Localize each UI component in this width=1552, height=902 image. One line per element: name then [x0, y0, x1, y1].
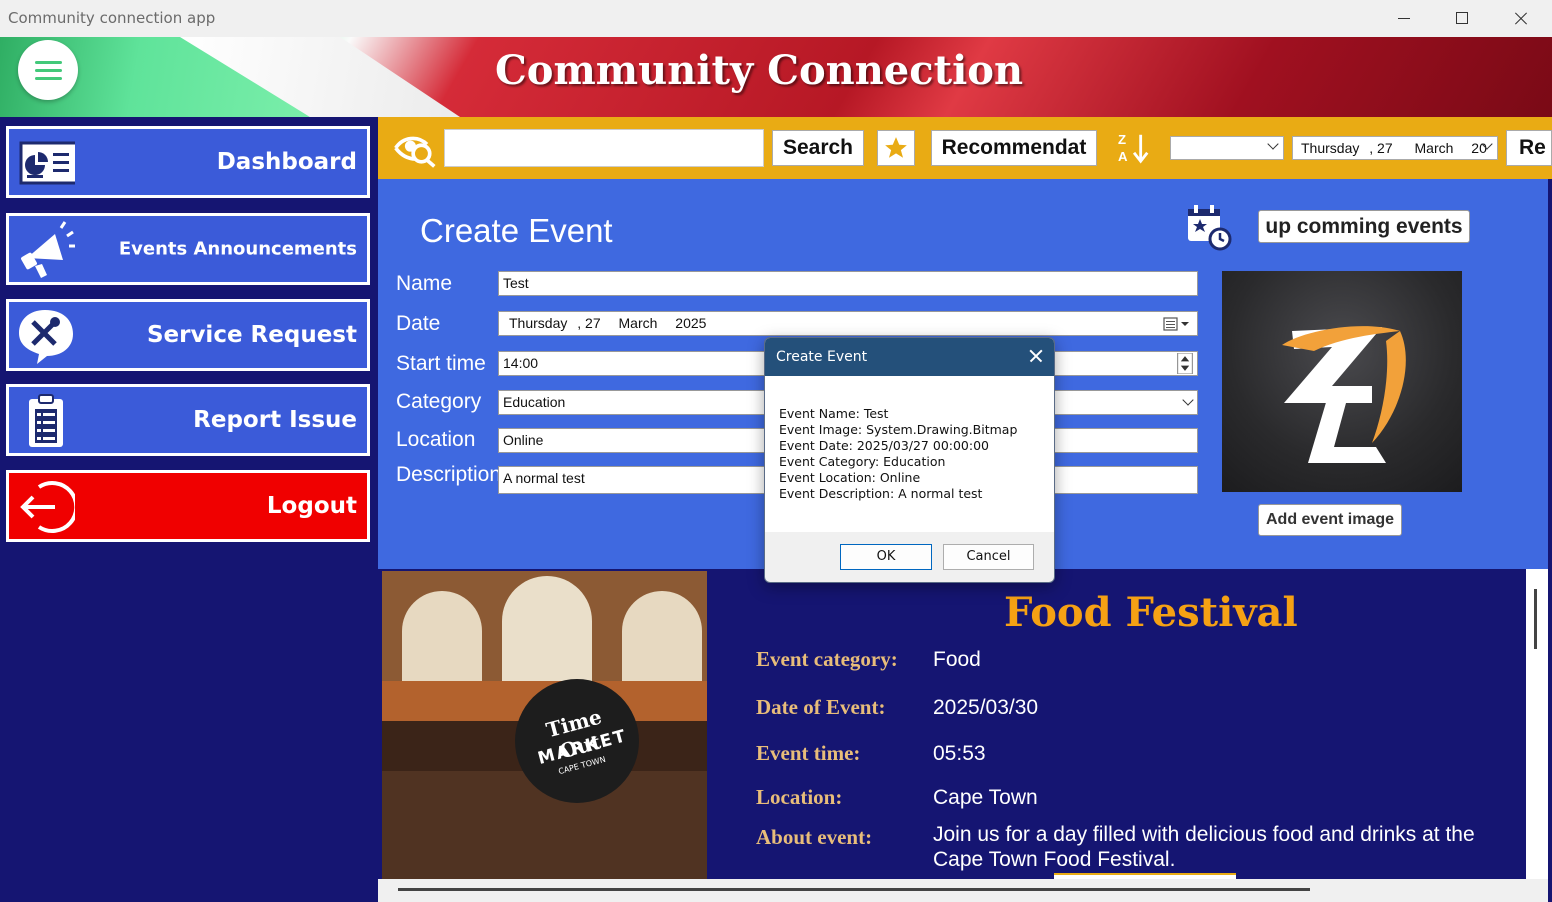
dialog-line: Event Image: System.Drawing.Bitmap	[779, 422, 1018, 437]
search-button[interactable]: Search	[772, 130, 864, 166]
date-day: Thursday	[509, 315, 568, 331]
recommendations-button[interactable]: Recommendat	[931, 130, 1097, 166]
date-num: , 27	[577, 315, 601, 331]
event-date-picker[interactable]: Thursday , 27 March 2025	[498, 311, 1198, 336]
chevron-down-icon	[1267, 138, 1279, 150]
sort-za-icon[interactable]: Z A	[1116, 131, 1154, 165]
description-label: Description	[396, 463, 502, 486]
date-year: 2025	[675, 315, 707, 331]
create-event-dialog: Create Event Event Name: Test Event Imag…	[764, 337, 1055, 583]
app-title: Community Connection	[494, 47, 1024, 94]
toolbar-date-picker[interactable]: Thursday , 27 March 20	[1292, 136, 1498, 160]
dialog-line: Event Name: Test	[779, 406, 889, 421]
dialog-line: Event Location: Online	[779, 470, 921, 485]
date-label: Date	[396, 312, 441, 335]
event-category-value: Food	[933, 648, 981, 671]
event-about-value: Join us for a day filled with delicious …	[933, 823, 1475, 871]
calendar-dropdown-icon[interactable]	[1163, 316, 1191, 332]
featured-event-title: Food Festival	[1004, 589, 1298, 636]
date-day: Thursday	[1301, 140, 1360, 156]
sidebar-item-dashboard[interactable]: Dashboard	[6, 126, 370, 198]
dialog-header: Create Event	[765, 338, 1054, 376]
dialog-line: Event Category: Education	[779, 454, 946, 469]
sidebar-item-label: Logout	[266, 493, 357, 519]
event-name-field[interactable]: Test	[498, 271, 1198, 296]
date-num: , 27	[1369, 140, 1393, 156]
event-image-preview	[1222, 271, 1462, 492]
dialog-title: Create Event	[776, 349, 868, 365]
scrollbar-thumb[interactable]	[1534, 589, 1537, 649]
refresh-button[interactable]: Re	[1506, 130, 1552, 166]
dialog-body: Event Name: Test Event Image: System.Dra…	[765, 376, 1054, 532]
event-about-label: About event:	[756, 825, 873, 849]
sidebar-item-label: Service Request	[146, 322, 357, 348]
zl-logo-icon	[1282, 326, 1406, 463]
sidebar-item-label: Events Announcements	[118, 238, 357, 260]
event-location-label: Location:	[756, 785, 843, 809]
start-time-label: Start time	[396, 352, 486, 375]
megaphone-icon	[21, 221, 75, 278]
sidebar-item-events-announcements[interactable]: Events Announcements	[6, 213, 370, 285]
calendar-clock-icon[interactable]	[1184, 203, 1232, 251]
logout-button[interactable]: Logout	[6, 470, 370, 542]
date-month: March	[618, 315, 658, 331]
sidebar-item-label: Report Issue	[193, 407, 357, 433]
search-input[interactable]	[444, 129, 764, 167]
event-time-value: 05:53	[933, 742, 986, 765]
name-label: Name	[396, 272, 453, 295]
horizontal-scrollbar[interactable]	[378, 879, 1548, 902]
sidebar-item-service-request[interactable]: Service Request	[6, 299, 370, 371]
event-date-value: 2025/03/30	[933, 696, 1039, 719]
sidebar-item-label: Dashboard	[216, 149, 357, 175]
event-date-label: Date of Event:	[756, 695, 886, 719]
date-month: March	[1414, 140, 1454, 156]
event-photo: Time Out MARKET CAPE TOWN	[382, 571, 707, 881]
add-event-image-button[interactable]: Add event image	[1258, 504, 1402, 536]
dialog-line: Event Description: A normal test	[779, 486, 983, 501]
window-titlebar: Community connection app	[0, 0, 1552, 37]
minimize-button[interactable]	[1374, 0, 1432, 37]
dashboard-icon	[19, 141, 75, 185]
sidebar: Dashboard Events Announcements Service R…	[0, 117, 376, 902]
logout-icon	[20, 481, 75, 533]
category-label: Category	[396, 390, 482, 413]
close-window-button[interactable]	[1490, 0, 1548, 37]
vertical-scrollbar[interactable]	[1526, 569, 1548, 879]
dialog-line: Event Date: 2025/03/27 00:00:00	[779, 438, 990, 453]
favorites-button[interactable]	[877, 130, 915, 166]
star-icon	[885, 137, 907, 158]
event-location-value: Cape Town	[933, 786, 1038, 809]
filter-dropdown[interactable]	[1170, 136, 1284, 160]
sidebar-item-report-issue[interactable]: Report Issue	[6, 384, 370, 456]
upcoming-events-button[interactable]: up comming events	[1258, 210, 1470, 243]
location-label: Location	[396, 428, 476, 451]
scrollbar-thumb[interactable]	[398, 888, 1310, 891]
event-time-label: Event time:	[756, 741, 861, 765]
svg-text:Z: Z	[1118, 132, 1126, 147]
maximize-button[interactable]	[1432, 0, 1490, 37]
service-tools-icon	[19, 310, 73, 364]
search-eye-icon[interactable]	[392, 127, 438, 169]
window-title: Community connection app	[8, 9, 216, 27]
ok-button[interactable]: OK	[840, 544, 932, 570]
close-icon[interactable]	[1028, 348, 1044, 364]
time-spinner-icon[interactable]	[1177, 353, 1193, 374]
clipboard-icon	[29, 394, 63, 447]
svg-text:A: A	[1118, 149, 1128, 164]
event-category-label: Event category:	[756, 647, 898, 671]
page-title: Create Event	[420, 212, 613, 249]
app-header: Community Connection	[0, 37, 1552, 117]
cancel-button[interactable]: Cancel	[943, 544, 1034, 570]
featured-event: Time Out MARKET CAPE TOWN Food Festival …	[378, 569, 1548, 902]
search-toolbar: Search Recommendat Z A Thursday , 27 Mar…	[378, 117, 1552, 179]
